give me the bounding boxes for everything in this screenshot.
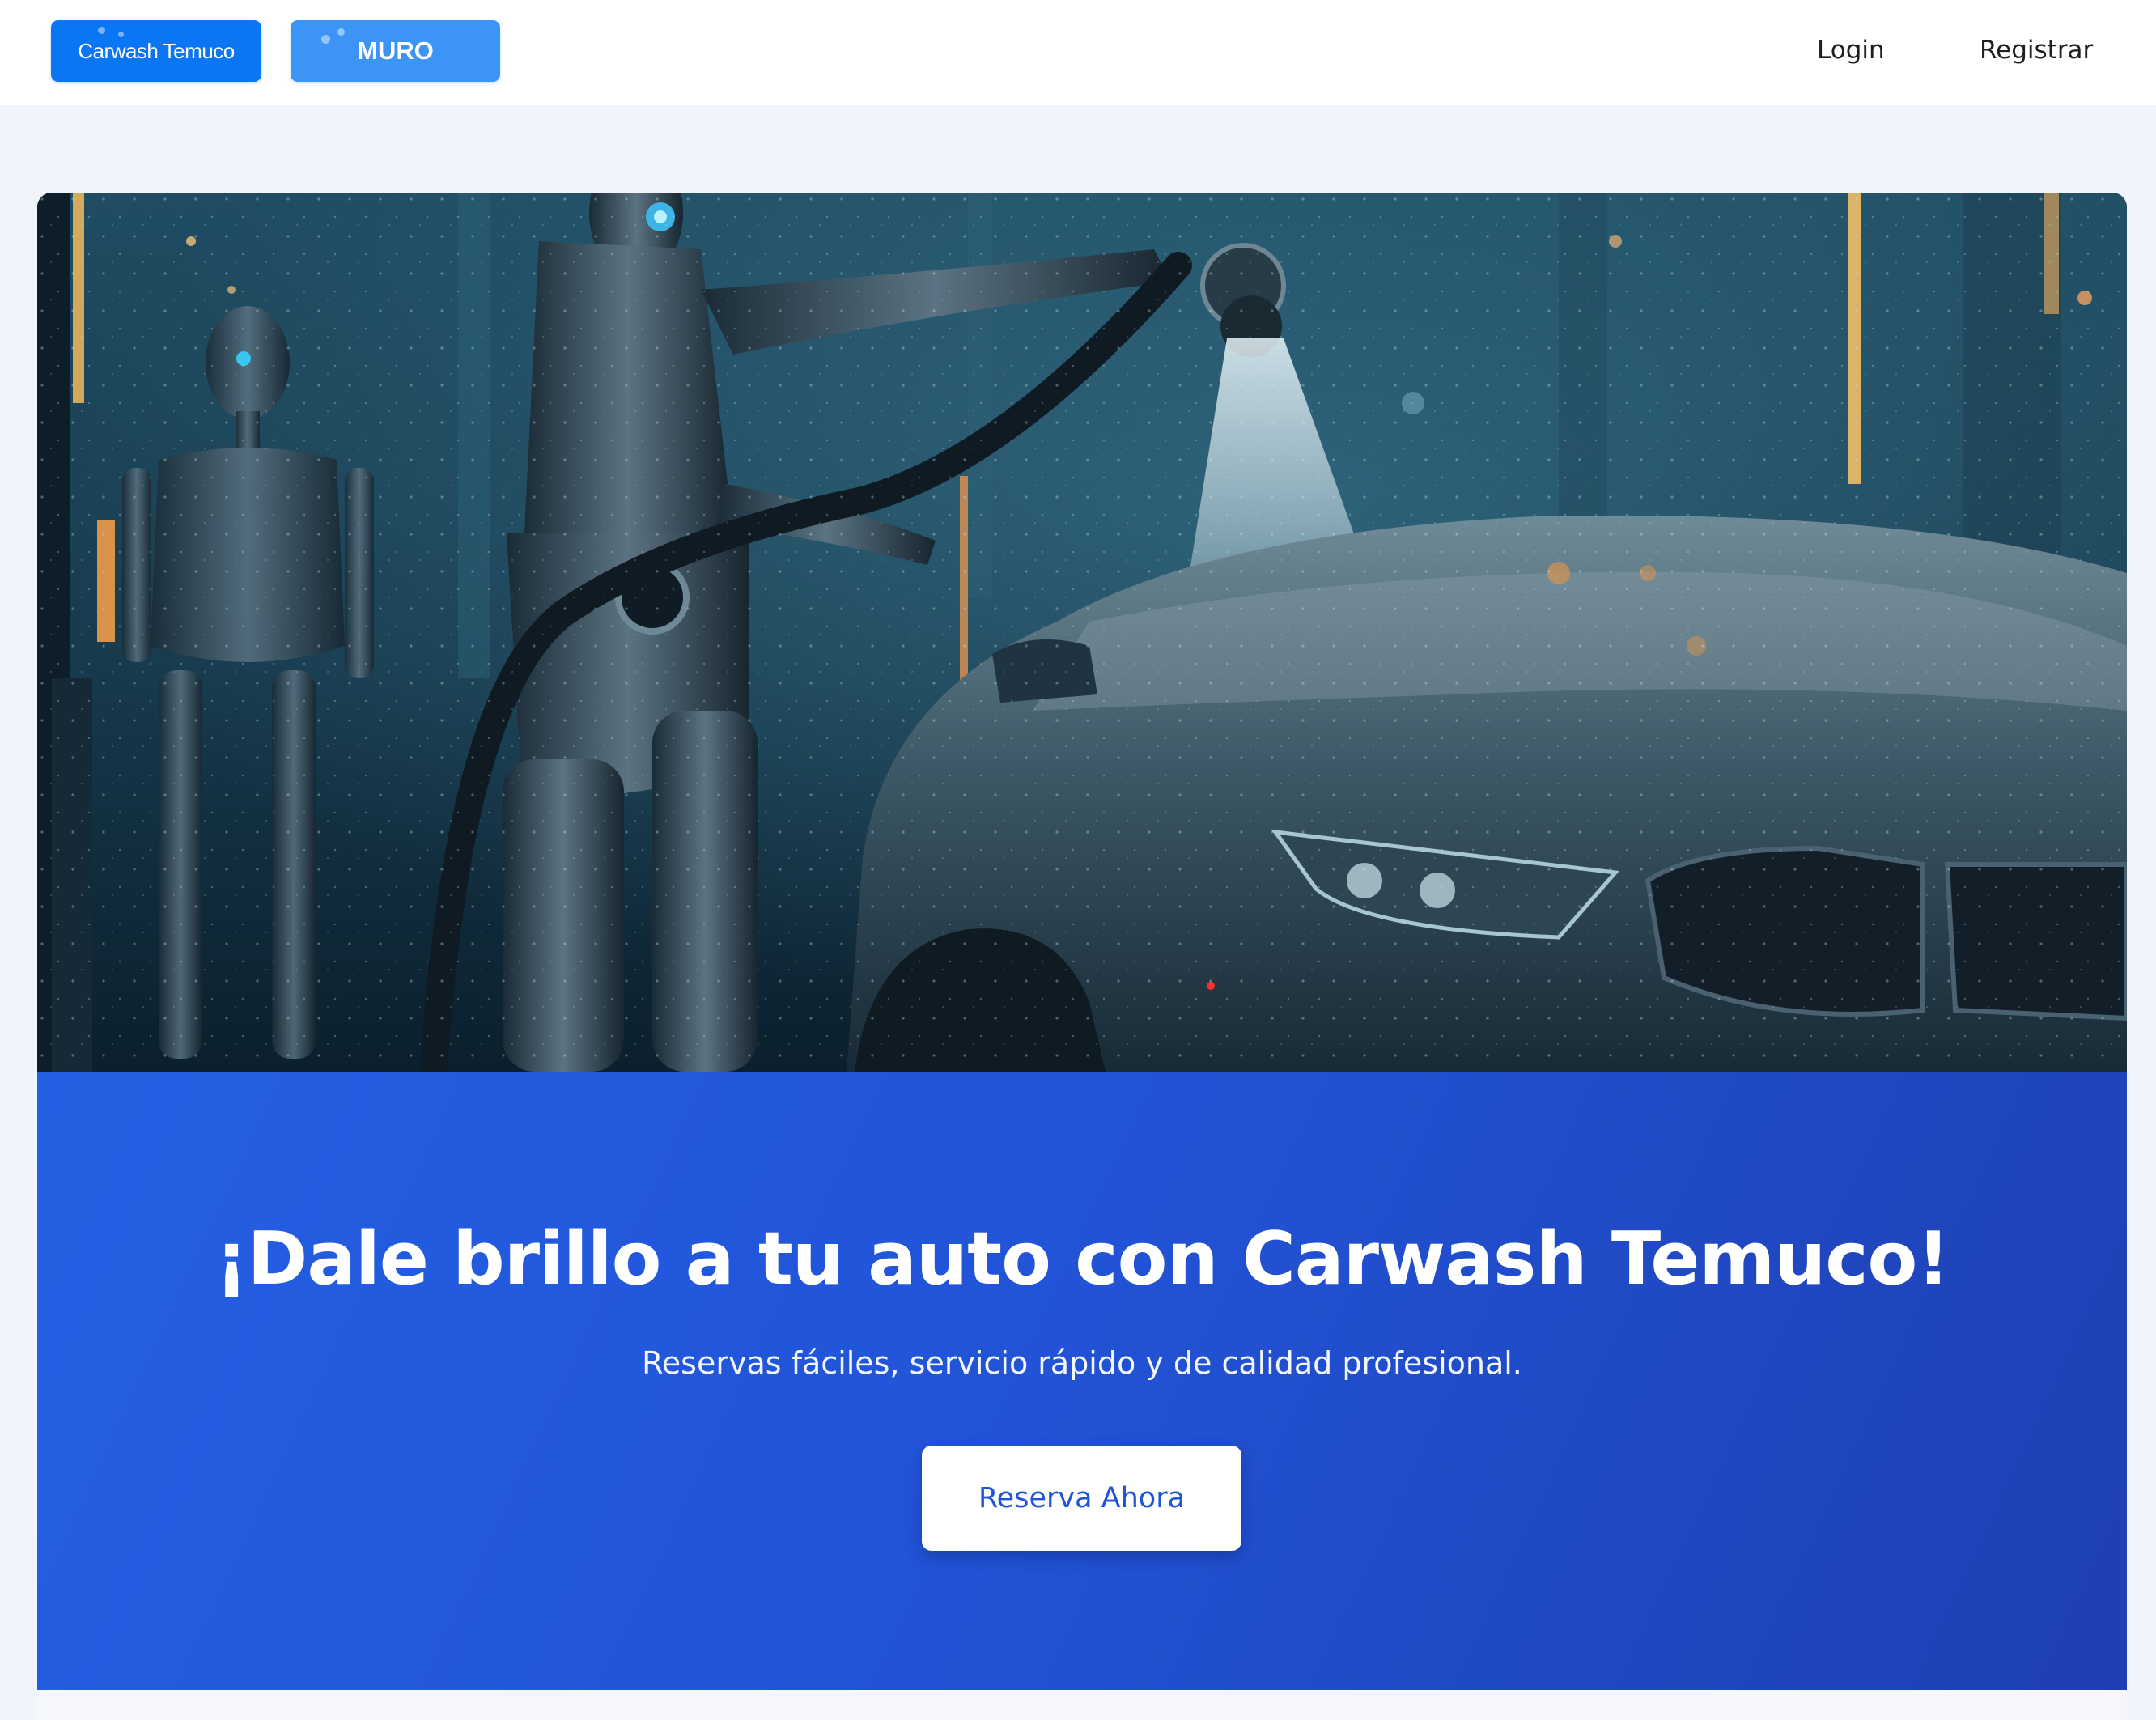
muro-button[interactable]: MURO [291, 20, 500, 82]
reserve-now-button[interactable]: Reserva Ahora [922, 1446, 1241, 1551]
bubble-decoration [321, 35, 330, 44]
hero-title: ¡Dale brillo a tu auto con Carwash Temuc… [214, 1217, 1950, 1302]
bubble-decoration [98, 27, 105, 34]
muro-label: MURO [357, 36, 434, 65]
register-link[interactable]: Registrar [1980, 32, 2093, 68]
hero-carousel[interactable] [37, 193, 2127, 1072]
page-footer-edge [37, 1690, 2127, 1720]
bubble-decoration [337, 28, 345, 36]
brand-button[interactable]: Carwash Temuco [51, 20, 261, 82]
bubble-decoration [118, 32, 124, 37]
top-navbar: Carwash Temuco MURO Login Registrar [0, 0, 2156, 105]
hero-subtitle: Reservas fáciles, servicio rápido y de c… [642, 1345, 1522, 1381]
login-link[interactable]: Login [1817, 32, 1885, 68]
carousel-slide-image [37, 193, 2127, 1072]
brand-label: Carwash Temuco [78, 38, 235, 63]
hero-section: ¡Dale brillo a tu auto con Carwash Temuc… [37, 1072, 2127, 1690]
